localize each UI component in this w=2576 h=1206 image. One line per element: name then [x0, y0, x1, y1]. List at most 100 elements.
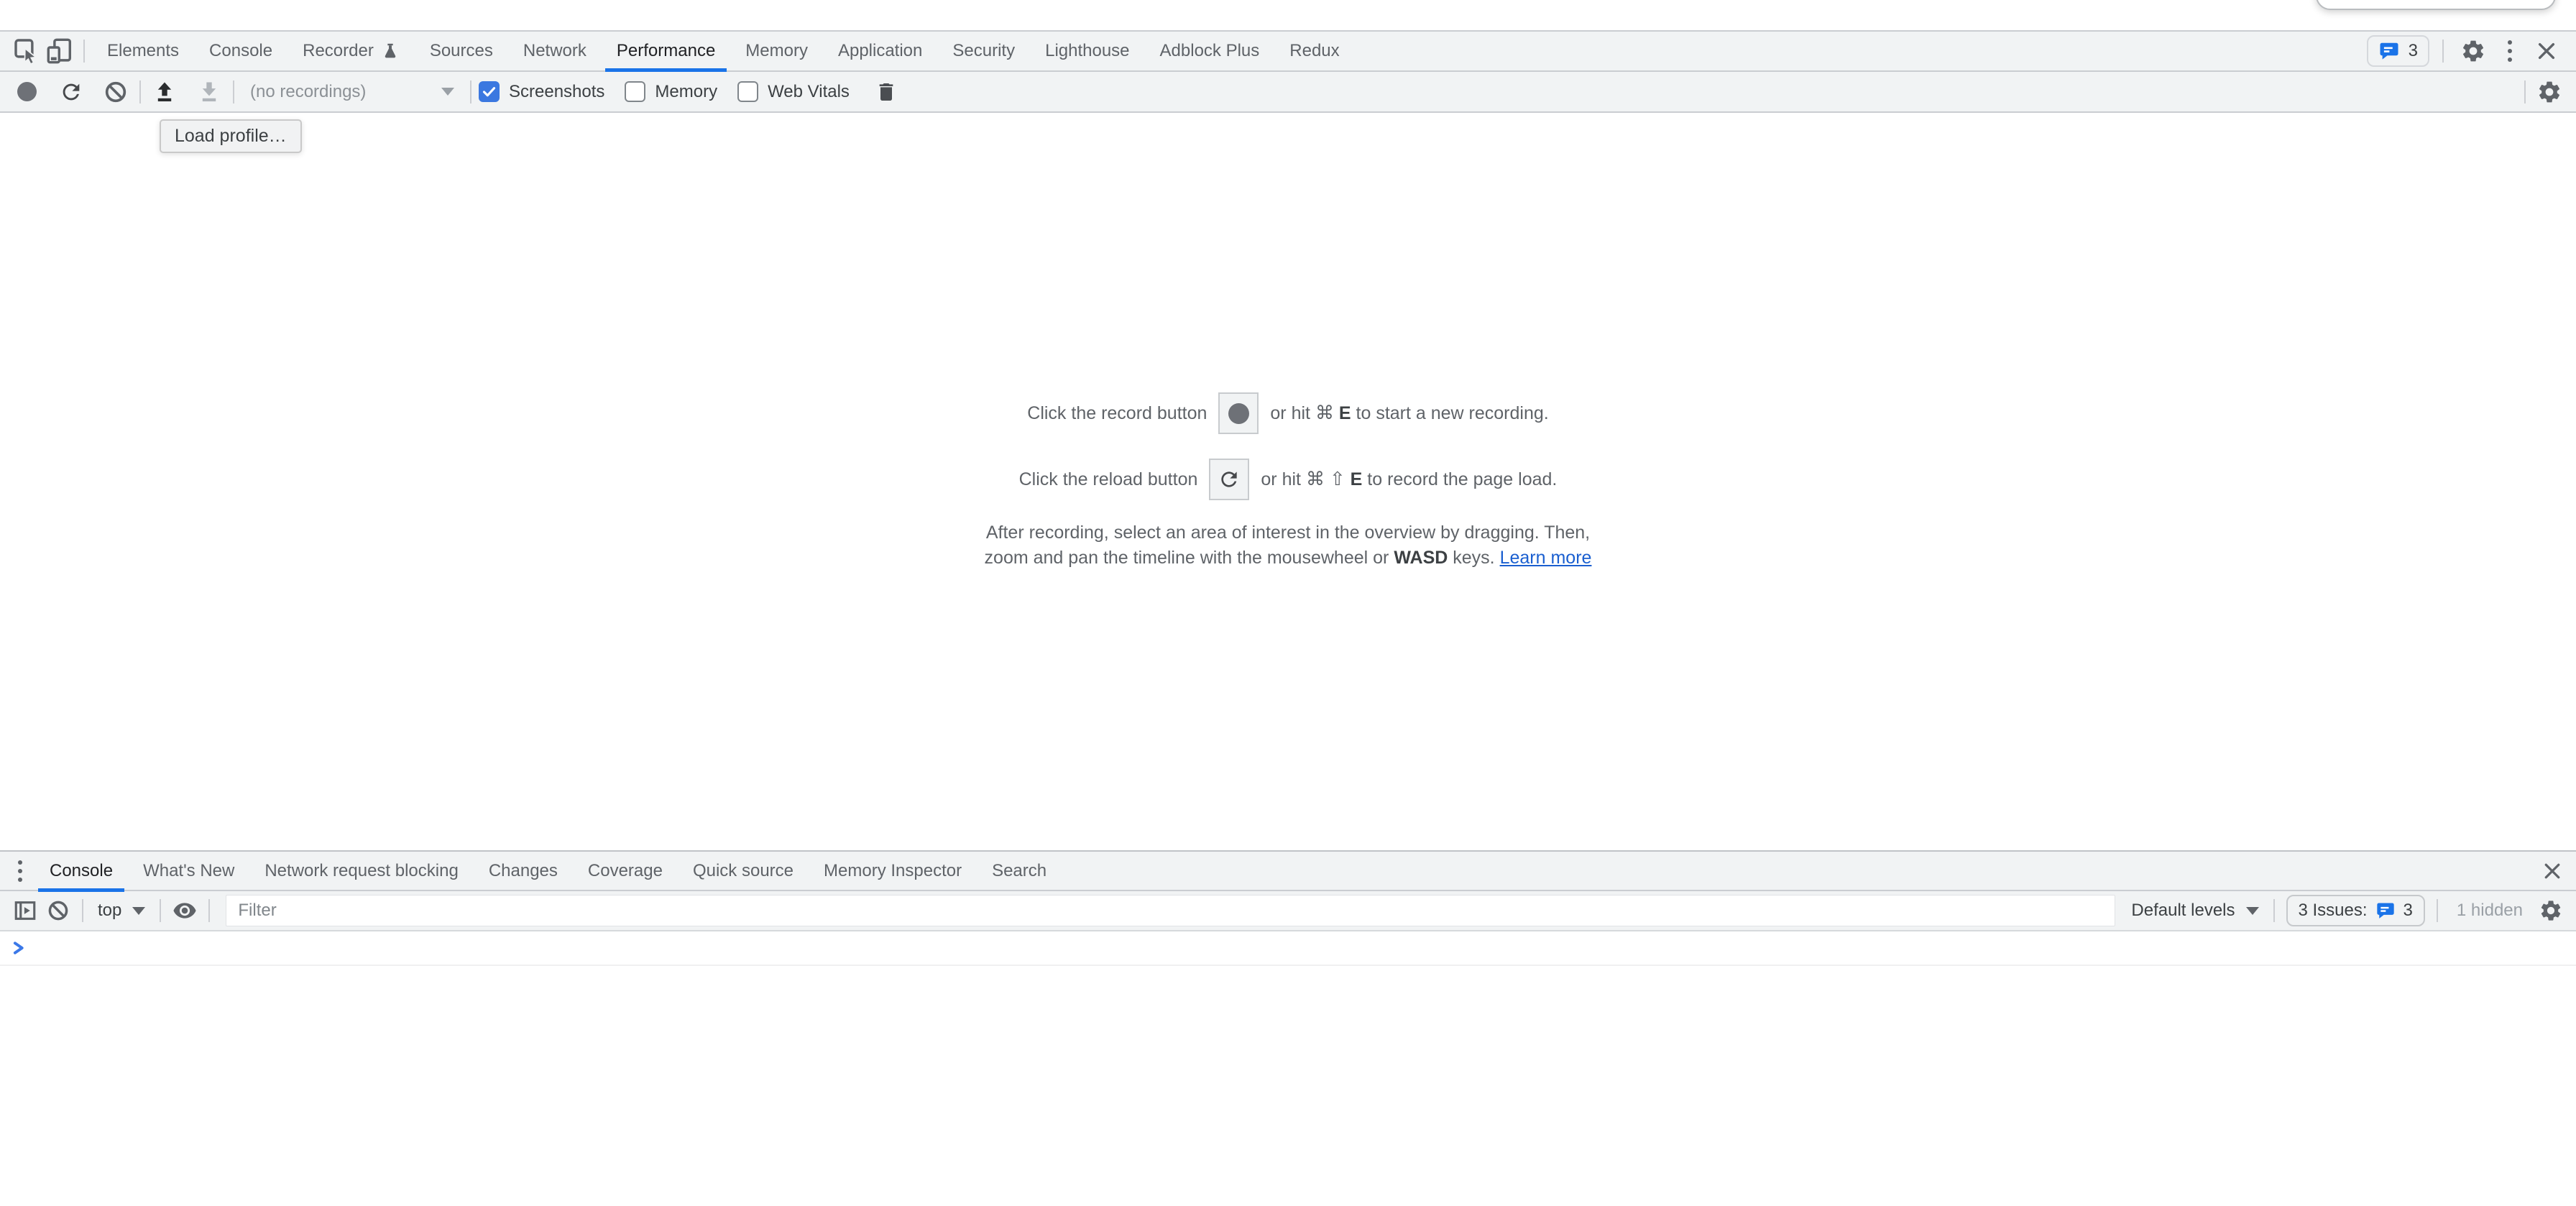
reload-instruction-line: Click the reload button or hit ⌘ ⇧ E to … — [1019, 459, 1558, 500]
tab-application[interactable]: Application — [823, 32, 937, 70]
drawer-tab-quick-source[interactable]: Quick source — [678, 852, 809, 890]
tab-recorder[interactable]: Recorder — [288, 32, 415, 70]
instruction-text: Click the reload button — [1019, 469, 1198, 490]
capture-settings-button[interactable] — [2533, 75, 2566, 109]
devtools-tabbar: Elements Console Recorder Sources Networ… — [0, 30, 2576, 72]
chevron-down-icon — [132, 907, 145, 915]
divider — [160, 899, 161, 922]
more-options-button[interactable] — [2496, 34, 2524, 68]
create-live-expression-button[interactable] — [168, 894, 201, 927]
tab-label: Changes — [489, 861, 558, 881]
drawer-tab-search[interactable]: Search — [977, 852, 1062, 890]
checkbox-unchecked-icon — [737, 81, 758, 102]
tab-security[interactable]: Security — [937, 32, 1030, 70]
device-toolbar-toggle[interactable] — [43, 34, 76, 68]
screenshots-checkbox[interactable]: Screenshots — [479, 81, 604, 102]
record-button-illustration — [1218, 392, 1259, 434]
instruction-text: to start a new recording. — [1356, 403, 1549, 424]
e-key-symbol: E — [1339, 403, 1351, 424]
e-key-symbol: E — [1351, 469, 1363, 490]
shift-key-symbol: ⇧ — [1330, 469, 1346, 490]
performance-landing: Click the record button or hit ⌘ E to st… — [0, 113, 2576, 850]
instruction-text: zoom and pan the timeline with the mouse… — [985, 548, 1389, 568]
delete-recording-button[interactable] — [870, 75, 903, 109]
tab-redux[interactable]: Redux — [1274, 32, 1354, 70]
close-icon — [2542, 860, 2563, 882]
tooltip-text: Load profile… — [175, 126, 287, 147]
drawer-tab-memory-inspector[interactable]: Memory Inspector — [809, 852, 977, 890]
chevron-down-icon — [2246, 907, 2259, 915]
device-toolbar-icon — [45, 37, 74, 65]
clear-console-button[interactable] — [42, 894, 75, 927]
instruction-text: or hit — [1270, 403, 1310, 424]
drawer-tab-whats-new[interactable]: What's New — [128, 852, 249, 890]
record-icon — [17, 82, 37, 101]
console-messages-area[interactable] — [0, 931, 2576, 1206]
console-toolbar: top Default levels 3 Issues: — [0, 891, 2576, 931]
record-instruction-line: Click the record button or hit ⌘ E to st… — [1027, 392, 1548, 434]
recordings-select-value: (no recordings) — [250, 82, 366, 102]
drawer-close-button[interactable] — [2542, 860, 2576, 882]
console-sidebar-toggle[interactable] — [9, 894, 42, 927]
divider — [2524, 80, 2526, 103]
recordings-select[interactable]: (no recordings) — [244, 82, 460, 102]
checkbox-label: Web Vitals — [768, 82, 850, 102]
checkbox-label: Memory — [655, 82, 717, 102]
tab-label: Memory Inspector — [824, 861, 962, 881]
tab-elements[interactable]: Elements — [92, 32, 194, 70]
record-icon — [1228, 403, 1249, 424]
tab-label: Security — [952, 41, 1015, 61]
upload-icon — [152, 80, 177, 104]
tab-label: Performance — [617, 41, 715, 61]
console-prompt-row[interactable] — [0, 931, 2576, 966]
console-settings-button[interactable] — [2534, 894, 2567, 927]
web-vitals-checkbox[interactable]: Web Vitals — [737, 81, 850, 102]
drawer-tab-network-request-blocking[interactable]: Network request blocking — [249, 852, 473, 890]
tab-sources[interactable]: Sources — [415, 32, 508, 70]
tab-label: What's New — [143, 861, 234, 881]
reload-and-record-button[interactable] — [55, 75, 88, 109]
console-filter-input[interactable] — [226, 895, 2115, 926]
drawer-tab-coverage[interactable]: Coverage — [573, 852, 678, 890]
tab-lighthouse[interactable]: Lighthouse — [1030, 32, 1144, 70]
sidebar-play-icon — [13, 898, 37, 923]
drawer-tab-changes[interactable]: Changes — [474, 852, 573, 890]
save-profile-button[interactable] — [193, 75, 226, 109]
tab-label: Console — [50, 861, 113, 881]
record-button[interactable] — [10, 75, 43, 109]
settings-button[interactable] — [2457, 34, 2490, 68]
instruction-text: keys. — [1453, 548, 1494, 568]
tab-label: Redux — [1289, 41, 1339, 61]
divider — [208, 899, 210, 922]
javascript-context-select[interactable]: top — [91, 901, 152, 921]
learn-more-link[interactable]: Learn more — [1500, 548, 1592, 568]
tab-label: Application — [838, 41, 922, 61]
checkbox-label: Screenshots — [509, 82, 604, 102]
clear-recordings-button[interactable] — [99, 75, 132, 109]
memory-checkbox[interactable]: Memory — [625, 81, 717, 102]
drawer-more-tools-button[interactable] — [6, 855, 34, 888]
tab-performance[interactable]: Performance — [602, 32, 730, 70]
divider — [470, 80, 472, 103]
log-levels-select[interactable]: Default levels — [2124, 901, 2266, 921]
block-icon — [47, 899, 70, 922]
drawer-tab-console[interactable]: Console — [34, 852, 128, 890]
tab-memory[interactable]: Memory — [730, 32, 823, 70]
tab-label: Network — [523, 41, 586, 61]
inspect-element-button[interactable] — [10, 34, 43, 68]
levels-select-value: Default levels — [2131, 901, 2235, 921]
tab-label: Sources — [430, 41, 493, 61]
load-profile-button[interactable] — [148, 75, 181, 109]
divider — [2442, 40, 2444, 63]
issues-speech-icon — [2375, 901, 2396, 921]
issues-count: 3 — [2404, 901, 2413, 921]
tab-console[interactable]: Console — [194, 32, 288, 70]
instruction-text: or hit — [1261, 469, 1301, 490]
close-devtools-button[interactable] — [2530, 34, 2563, 68]
tab-network[interactable]: Network — [508, 32, 602, 70]
block-icon — [104, 80, 128, 104]
console-issues-button[interactable]: 3 Issues: 3 — [2286, 895, 2425, 926]
tab-adblock-plus[interactable]: Adblock Plus — [1145, 32, 1275, 70]
issues-badge-button[interactable]: 3 — [2367, 35, 2429, 67]
divider — [2273, 899, 2275, 922]
